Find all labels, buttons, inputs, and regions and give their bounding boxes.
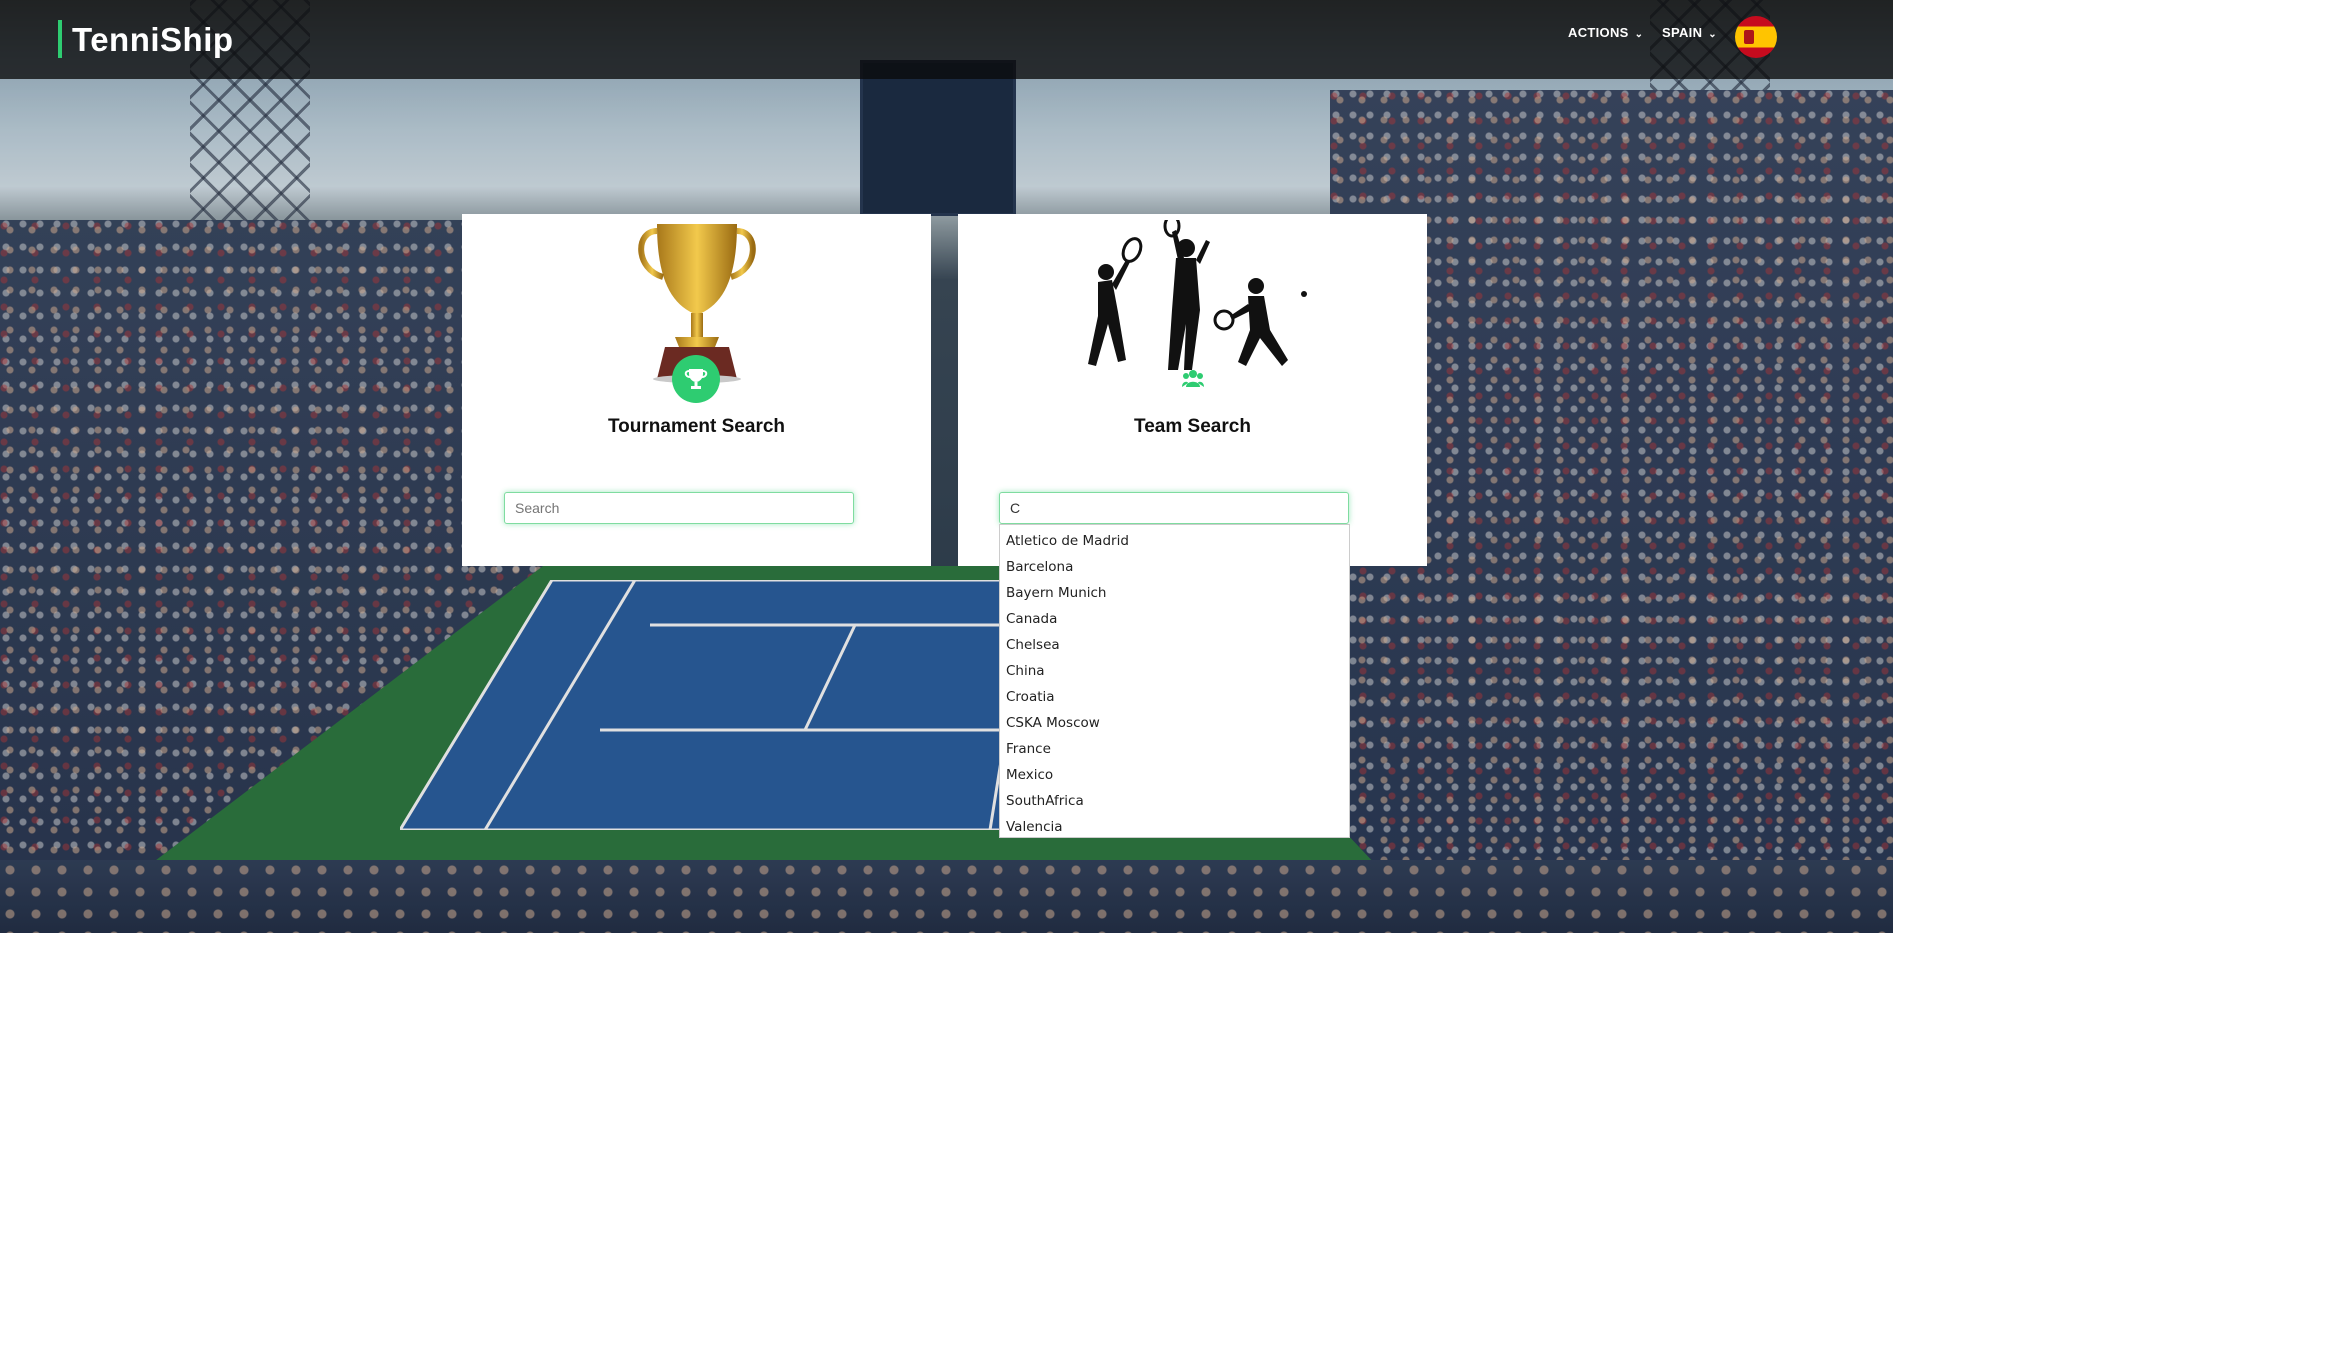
brand-logo[interactable]: TenniShip [58, 20, 234, 58]
language-menu-label: SPAIN [1662, 25, 1703, 40]
background-overlay [0, 0, 1893, 933]
autocomplete-option[interactable]: Canada [1000, 606, 1349, 632]
spain-flag-icon[interactable] [1735, 16, 1777, 58]
autocomplete-option[interactable]: Bayern Munich [1000, 580, 1349, 606]
autocomplete-option[interactable]: Atletico de Madrid [1000, 528, 1349, 554]
team-search-card: Team Search [958, 214, 1427, 566]
stadium-background-image [0, 0, 1893, 933]
team-search-input[interactable] [999, 492, 1349, 524]
trophy-icon [672, 355, 720, 403]
autocomplete-option[interactable]: CSKA Moscow [1000, 710, 1349, 736]
autocomplete-option[interactable]: Chelsea [1000, 632, 1349, 658]
autocomplete-option[interactable]: Barcelona [1000, 554, 1349, 580]
flag-emblem [1744, 30, 1754, 44]
autocomplete-option[interactable]: SouthAfrica [1000, 788, 1349, 814]
top-navbar: TenniShip ACTIONS ⌄ SPAIN ⌄ [0, 0, 1893, 79]
actions-menu[interactable]: ACTIONS ⌄ [1568, 25, 1643, 40]
autocomplete-option[interactable]: Mexico [1000, 762, 1349, 788]
tournament-search-title: Tournament Search [607, 416, 786, 437]
autocomplete-option[interactable]: France [1000, 736, 1349, 762]
tennis-players-silhouette-image [1088, 220, 1307, 370]
tournament-search-input[interactable] [504, 492, 854, 524]
language-menu[interactable]: SPAIN ⌄ [1662, 25, 1717, 40]
team-search-title: Team Search [1134, 416, 1251, 437]
team-icon [1182, 367, 1204, 389]
autocomplete-option[interactable]: Croatia [1000, 684, 1349, 710]
tournament-search-card: Tournament Search [462, 214, 931, 566]
team-autocomplete-list: Atletico de Madrid Barcelona Bayern Muni… [999, 524, 1350, 838]
actions-menu-label: ACTIONS [1568, 25, 1629, 40]
chevron-down-icon: ⌄ [1634, 29, 1644, 40]
autocomplete-option[interactable]: China [1000, 658, 1349, 684]
autocomplete-option[interactable]: Valencia [1000, 814, 1349, 840]
chevron-down-icon: ⌄ [1708, 29, 1717, 40]
